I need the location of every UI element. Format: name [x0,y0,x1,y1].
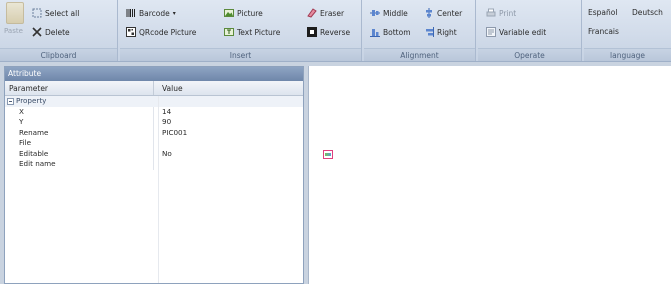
language-francais-button[interactable]: Francais [588,27,619,36]
property-value[interactable]: No [154,149,172,160]
clipboard-group-label: Clipboard [0,48,117,61]
operate-group-label: Operate [478,48,581,61]
align-bottom-button[interactable]: Bottom [370,27,411,37]
insert-group-label: Insert [120,48,361,61]
language-group: Español Deutsch Francais language [584,0,671,61]
align-bottom-icon [370,29,380,37]
paste-icon [6,2,24,24]
chevron-down-icon: ▾ [172,9,176,17]
picture-icon [224,9,234,17]
alignment-group-label: Alignment [364,48,475,61]
property-value[interactable]: 90 [154,117,171,128]
print-button[interactable]: Print [486,8,516,18]
selected-picture-element[interactable] [323,150,333,159]
align-right-button[interactable]: Right [424,27,457,37]
collapse-icon[interactable] [7,98,14,105]
delete-button[interactable]: Delete [32,27,70,37]
attribute-panel-title: Attribute [5,67,303,81]
language-espanol-button[interactable]: Español [588,8,617,17]
ribbon: Paste Select all Delete Clipboard Barcod… [0,0,671,62]
language-deutsch-button[interactable]: Deutsch [632,8,663,17]
reverse-icon [307,27,317,37]
variable-edit-button[interactable]: Variable edit [486,27,546,37]
qrcode-picture-button[interactable]: QRcode Picture [126,27,196,37]
clipboard-group: Paste Select all Delete Clipboard [0,0,118,61]
property-row-rename[interactable]: Rename PIC001 [5,127,303,138]
property-category-row[interactable]: Property [5,96,303,107]
insert-group: Barcode ▾ QRcode Picture Picture Text Pi… [120,0,362,61]
select-all-button[interactable]: Select all [32,8,79,18]
align-center-icon [426,8,432,18]
property-row-edit-name[interactable]: Edit name [5,159,303,170]
property-row-file[interactable]: File [5,138,303,149]
alignment-group: Middle Center Bottom Right Alignment [364,0,476,61]
grid-divider [158,96,159,283]
barcode-button[interactable]: Barcode ▾ [126,8,176,18]
eraser-icon [307,8,317,18]
operate-group: Print Variable edit Operate [478,0,582,61]
property-name: Y [15,117,154,128]
barcode-icon [126,9,135,17]
property-name: Rename [15,127,154,138]
align-center-button[interactable]: Center [424,8,462,18]
language-group-label: language [584,48,671,61]
eraser-button[interactable]: Eraser [307,8,344,18]
property-name: Editable [15,148,154,159]
align-right-icon [426,27,434,37]
paste-button[interactable]: Paste [4,27,23,35]
property-row-editable[interactable]: Editable No [5,148,303,160]
property-rows: X 14 Y 90 Rename PIC001 File Editable No… [5,106,303,170]
category-label: Property [16,96,47,105]
property-name: X [15,106,154,117]
reverse-button[interactable]: Reverse [307,27,350,37]
picture-button[interactable]: Picture [224,8,263,18]
property-name: File [15,138,154,149]
printer-icon [486,8,496,17]
property-value[interactable]: 14 [154,107,171,118]
delete-icon [32,27,42,37]
qrcode-icon [126,27,136,37]
property-grid-header: Parameter Value [5,81,303,96]
text-picture-icon [224,28,234,36]
parameter-column-header: Parameter [5,81,154,95]
attribute-panel: Attribute Parameter Value Property X 14 … [4,66,304,284]
variable-edit-icon [486,27,496,37]
select-all-icon [32,8,42,18]
value-column-header: Value [162,84,183,93]
label-canvas[interactable] [308,66,671,284]
text-picture-button[interactable]: Text Picture [224,27,280,37]
align-middle-icon [370,10,380,16]
property-row-x[interactable]: X 14 [5,106,303,118]
property-name: Edit name [15,159,154,170]
property-row-y[interactable]: Y 90 [5,117,303,128]
align-middle-button[interactable]: Middle [370,8,408,18]
